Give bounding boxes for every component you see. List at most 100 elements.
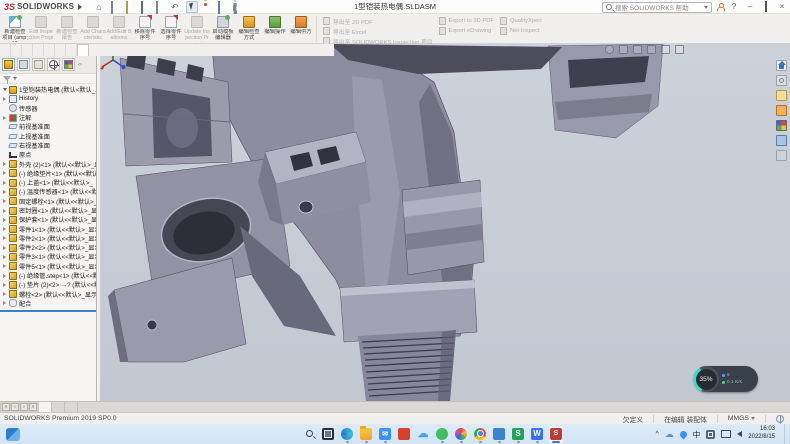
tree-item[interactable]: 零件3<1> (默认<<默认>_显示状态 — [0, 252, 96, 261]
onedrive-tray-icon[interactable]: ☁ — [665, 429, 674, 440]
tree-item[interactable]: 外壳 (2)<1> (默认<<默认>_显示状 — [0, 159, 96, 168]
dimxpertmanager-tab[interactable] — [47, 58, 60, 71]
tab-scroll-prev-icon[interactable]: ‹ — [11, 403, 19, 411]
document-tab[interactable] — [39, 402, 52, 412]
ribbon-button[interactable]: Edit Inspection Project — [28, 15, 54, 42]
volume-icon[interactable] — [737, 431, 742, 437]
ribbon-button[interactable]: Add Characteristic — [80, 15, 106, 42]
tree-item[interactable]: 注解 — [0, 113, 96, 122]
tree-item[interactable]: 原点 — [0, 150, 96, 159]
ribbon-tab[interactable] — [11, 44, 22, 56]
ribbon-button[interactable]: 编辑操作 — [262, 15, 288, 42]
menu-flyout-arrow-icon[interactable] — [78, 4, 82, 10]
tab-scroll-next-icon[interactable]: › — [20, 403, 28, 411]
tree-item[interactable]: 配合 — [0, 299, 96, 308]
tree-item[interactable]: (-) 温度传感器<1> (默认<<默认>_ — [0, 187, 96, 196]
ribbon-button[interactable]: 编辑检查方式 — [236, 15, 262, 42]
ribbon-tab[interactable] — [22, 44, 33, 56]
solidworks-logo[interactable]: 3S SOLIDWORKS — [0, 0, 86, 13]
forum-pane-icon[interactable] — [776, 150, 787, 161]
onedrive-cloud-button[interactable]: ☁ — [416, 426, 430, 443]
location-tray-icon[interactable] — [678, 429, 688, 439]
filter-funnel-icon[interactable] — [3, 76, 11, 81]
chrome-button[interactable] — [473, 426, 487, 443]
appearances-scenes-icon[interactable] — [776, 120, 787, 131]
phone-link-icon[interactable] — [721, 430, 731, 438]
design-library-icon[interactable] — [776, 75, 787, 86]
ribbon-button[interactable]: 新建检查项目 (amp;N) — [2, 15, 28, 42]
tree-item[interactable]: (-) 垫片 (2)<2> →? (默认<<默认> — [0, 280, 96, 289]
featuremanager-tree-tab[interactable] — [2, 58, 15, 71]
widgets-button[interactable] — [6, 428, 20, 441]
ribbon-tab[interactable] — [0, 44, 11, 56]
tree-item[interactable]: History — [0, 94, 96, 103]
ribbon-button[interactable]: 移除零件序号 — [132, 15, 158, 42]
show-desktop-button[interactable] — [784, 424, 786, 444]
tree-split-divider[interactable] — [0, 310, 96, 312]
select-tool-button[interactable] — [186, 1, 198, 13]
document-tab[interactable] — [65, 402, 78, 412]
search-button[interactable] — [302, 426, 316, 443]
ribbon-tab[interactable] — [66, 44, 77, 56]
export-command[interactable]: 导出至 2D PDF — [323, 17, 433, 25]
wps-s-button[interactable]: S — [511, 426, 525, 443]
quick-tips-globe-icon[interactable] — [776, 415, 784, 423]
hide-show-items-icon[interactable] — [675, 45, 684, 54]
search-dropdown-icon[interactable] — [704, 6, 708, 9]
help-search-box[interactable]: 搜索 SOLIDWORKS 帮助 — [602, 2, 712, 13]
ribbon-button[interactable]: 选择零件序号 — [158, 15, 184, 42]
ribbon-tab[interactable] — [33, 44, 44, 56]
ribbon-button[interactable]: 启动模板编辑器 — [210, 15, 236, 42]
tree-item[interactable]: 零件2<2> (默认<<默认>_显示状态 — [0, 243, 96, 252]
solidworks-button[interactable]: S — [549, 426, 563, 443]
configurationmanager-tab[interactable] — [32, 58, 45, 71]
tree-item[interactable]: 右视基准面 — [0, 141, 96, 150]
propertymanager-tab[interactable] — [17, 58, 30, 71]
display-style-icon[interactable] — [661, 45, 670, 54]
zoom-to-area-icon[interactable] — [619, 45, 628, 54]
help-button[interactable]: ? — [728, 1, 740, 13]
tree-item[interactable]: 螺栓<2> (默认<<默认>_显示状态 — [0, 290, 96, 299]
restore-button[interactable] — [760, 1, 772, 13]
solidworks-resources-icon[interactable] — [776, 60, 787, 71]
tab-scroll-first-icon[interactable]: « — [2, 403, 10, 411]
color-wheel-app-button[interactable] — [454, 426, 468, 443]
edge-button[interactable] — [340, 426, 354, 443]
login-user-icon[interactable] — [716, 3, 724, 11]
view-palette-icon[interactable] — [776, 105, 787, 116]
mail-button[interactable]: ✉ — [378, 426, 392, 443]
taskbar-clock[interactable]: 16:03 2022/8/15 — [748, 426, 775, 442]
document-tab[interactable] — [52, 402, 65, 412]
app-blue-monitor-button[interactable] — [492, 426, 506, 443]
ribbon-button[interactable]: Add/Edit Balloons — [106, 15, 132, 42]
tree-item[interactable]: 保护套<1> (默认<<默认>_显示状 — [0, 215, 96, 224]
custom-properties-icon[interactable] — [776, 135, 787, 146]
ribbon-tab[interactable] — [77, 44, 89, 56]
task-view-button[interactable] — [321, 426, 335, 443]
tree-item[interactable]: 传感器 — [0, 104, 96, 113]
app-green-button[interactable] — [435, 426, 449, 443]
export-command[interactable]: Export to 3D PDF — [439, 17, 494, 25]
ribbon-tab[interactable] — [44, 44, 55, 56]
tab-overflow-arrows[interactable]: ‹› — [78, 62, 82, 68]
units-selector[interactable]: MMGS — [728, 415, 755, 422]
tree-item[interactable]: 前视基准面 — [0, 122, 96, 131]
3d-model-thermocouple-assembly[interactable] — [100, 44, 790, 401]
filter-dropdown-icon[interactable] — [13, 77, 17, 80]
hidden-icons-chevron[interactable]: ^ — [656, 431, 659, 438]
microsoft-store-button[interactable] — [397, 426, 411, 443]
export-command[interactable]: Export eDrawing — [439, 27, 494, 35]
tree-item[interactable]: 上视基准面 — [0, 131, 96, 140]
tree-item[interactable]: 零件5<1> (默认<<默认>_显示状 — [0, 262, 96, 271]
export-command[interactable]: Net-Inspect — [500, 27, 542, 35]
wps-w-button[interactable]: W — [530, 426, 544, 443]
tree-item[interactable]: (-) 绝缘管.step<1> (默认<<默认> — [0, 271, 96, 280]
zoom-to-fit-icon[interactable] — [605, 45, 614, 54]
tree-item[interactable]: 密封圈<1> (默认<<默认>_显示状 — [0, 206, 96, 215]
tree-item[interactable]: 零件2<1> (默认<<默认>_显示状态 — [0, 234, 96, 243]
ime-language-button[interactable]: 中 — [693, 429, 701, 440]
tree-item[interactable]: (-) 绝缘垫片<1> (默认<<默认>_显 — [0, 169, 96, 178]
export-command[interactable]: 导出至 Excel — [323, 27, 433, 35]
view-orientation-icon[interactable] — [647, 45, 656, 54]
undo-icon[interactable]: ↶ — [171, 2, 181, 12]
